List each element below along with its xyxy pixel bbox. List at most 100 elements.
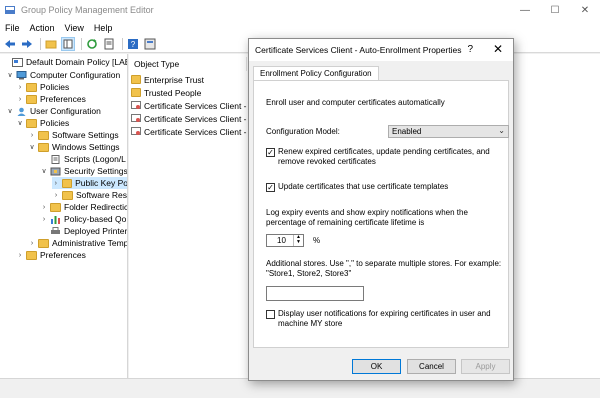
- additional-stores-input[interactable]: [266, 286, 364, 301]
- chevron-down-icon[interactable]: ∨: [16, 119, 24, 127]
- menu-action[interactable]: Action: [30, 23, 55, 33]
- folder-icon: [26, 250, 37, 260]
- toolbar-separator: [122, 38, 123, 50]
- tree-item-policies[interactable]: ∨ Policies: [16, 117, 69, 129]
- close-icon[interactable]: ✕: [493, 42, 503, 56]
- folder-icon: [26, 118, 37, 128]
- console-tree: Default Domain Policy [LABDC ∨ Computer …: [0, 54, 128, 378]
- tree-item-policy-based-qos[interactable]: › Policy-based Qo: [40, 213, 127, 225]
- toolbar-separator: [81, 38, 82, 50]
- folder-icon: [62, 190, 73, 200]
- list-item[interactable]: Certificate Services Client - C: [131, 99, 255, 112]
- tree-item-preferences[interactable]: › Preferences: [16, 93, 86, 105]
- menu-file[interactable]: File: [5, 23, 20, 33]
- list-item[interactable]: Certificate Services Client - C: [131, 112, 255, 125]
- menu-help[interactable]: Help: [94, 23, 113, 33]
- chevron-right-icon[interactable]: ›: [52, 180, 60, 187]
- up-folder-icon[interactable]: [44, 37, 58, 51]
- tree-item-user-configuration[interactable]: ∨ User Configuration: [6, 105, 100, 117]
- menu-bar: File Action View Help: [0, 20, 600, 36]
- chevron-right-icon[interactable]: ›: [16, 84, 24, 91]
- tab-enrollment-policy-configuration[interactable]: Enrollment Policy Configuration: [253, 66, 379, 81]
- apply-button[interactable]: Apply: [461, 359, 510, 374]
- tree-item-administrative-templates[interactable]: › Administrative Temp: [28, 237, 127, 249]
- tab-page: Enroll user and computer certificates au…: [253, 80, 509, 348]
- policy-icon: [12, 57, 23, 67]
- column-header-object-type[interactable]: Object Type: [129, 57, 247, 71]
- security-icon: [50, 167, 61, 175]
- renew-certificates-checkbox[interactable]: ✓: [266, 148, 275, 157]
- window-title: Group Policy Management Editor: [21, 5, 154, 15]
- gpo-editor-icon: [5, 6, 15, 14]
- folder-icon: [61, 178, 73, 188]
- certificate-icon: [131, 101, 141, 109]
- percent-unit: %: [313, 236, 321, 245]
- chevron-right-icon[interactable]: ›: [52, 192, 60, 199]
- dialog-title: Certificate Services Client - Auto-Enrol…: [255, 45, 462, 55]
- check-icon: ✓: [267, 183, 274, 192]
- folder-icon: [50, 202, 61, 212]
- auto-enrollment-properties-dialog: Certificate Services Client - Auto-Enrol…: [248, 38, 514, 381]
- tree-item-computer-configuration[interactable]: ∨ Computer Configuration: [6, 69, 120, 81]
- chevron-right-icon[interactable]: ›: [16, 252, 24, 259]
- configuration-model-label: Configuration Model:: [266, 127, 340, 136]
- folder-icon: [38, 142, 49, 152]
- folder-icon: [26, 82, 37, 92]
- status-bar: [0, 378, 600, 398]
- chevron-down-icon[interactable]: ∨: [6, 71, 14, 79]
- renew-certificates-label: Renew expired certificates, update pendi…: [278, 147, 490, 166]
- properties-icon[interactable]: [143, 37, 157, 51]
- list-item[interactable]: Certificate Services Client - A: [131, 125, 254, 138]
- back-arrow-icon[interactable]: [3, 37, 17, 51]
- tree-item-folder-redirection[interactable]: › Folder Redirectic: [40, 201, 127, 213]
- script-icon: [51, 154, 60, 164]
- ok-button[interactable]: OK: [352, 359, 401, 374]
- tree-item-preferences[interactable]: › Preferences: [16, 249, 86, 261]
- minimize-button[interactable]: —: [510, 0, 540, 20]
- configuration-model-select[interactable]: Enabled ⌄: [388, 125, 509, 138]
- close-window-button[interactable]: ✕: [570, 0, 600, 20]
- display-notifications-checkbox[interactable]: [266, 310, 275, 319]
- tree-item-deployed-printers[interactable]: Deployed Printer: [40, 225, 127, 237]
- tree-item-software-restriction[interactable]: › Software Res: [52, 189, 127, 201]
- chevron-down-icon[interactable]: ∨: [6, 107, 14, 115]
- additional-stores-text: Additional stores. Use "," to separate m…: [266, 259, 502, 278]
- tree-item-software-settings[interactable]: › Software Settings: [28, 129, 119, 141]
- title-bar: Group Policy Management Editor — ☐ ✕: [0, 0, 600, 20]
- show-hide-tree-icon[interactable]: [61, 37, 75, 51]
- folder-icon: [38, 238, 49, 248]
- help-icon[interactable]: ?: [126, 37, 140, 51]
- menu-view[interactable]: View: [65, 23, 84, 33]
- tree-item-windows-settings[interactable]: ∨ Windows Settings: [28, 141, 119, 153]
- list-item[interactable]: Trusted People: [131, 86, 201, 99]
- chevron-down-icon[interactable]: ∨: [28, 143, 36, 151]
- chevron-right-icon[interactable]: ›: [40, 204, 48, 211]
- certificate-icon: [131, 114, 141, 122]
- chevron-right-icon[interactable]: ›: [28, 240, 36, 247]
- cancel-button[interactable]: Cancel: [407, 359, 456, 374]
- display-notifications-label: Display user notifications for expiring …: [278, 309, 491, 328]
- computer-icon: [16, 70, 27, 79]
- chevron-down-icon: ⌄: [498, 126, 505, 135]
- tree-item-policies[interactable]: › Policies: [16, 81, 69, 93]
- refresh-icon[interactable]: [85, 37, 99, 51]
- forward-arrow-icon[interactable]: [20, 37, 34, 51]
- tree-item-domain-policy[interactable]: Default Domain Policy [LABDC: [2, 56, 127, 68]
- update-certificates-checkbox[interactable]: ✓: [266, 183, 275, 192]
- spin-arrows[interactable]: ▲ ▼: [293, 235, 303, 246]
- expiry-percentage-stepper[interactable]: 10 ▲ ▼: [266, 234, 304, 247]
- tree-item-public-key-policies[interactable]: › Public Key Po: [52, 177, 127, 189]
- tree-item-scripts[interactable]: Scripts (Logon/L: [40, 153, 126, 165]
- chevron-right-icon[interactable]: ›: [40, 216, 48, 223]
- chevron-right-icon[interactable]: ›: [16, 96, 24, 103]
- help-button[interactable]: ?: [467, 44, 473, 55]
- chevron-right-icon[interactable]: ›: [28, 132, 36, 139]
- folder-icon: [131, 88, 141, 97]
- list-item[interactable]: Enterprise Trust: [131, 73, 204, 86]
- maximize-button[interactable]: ☐: [540, 0, 570, 20]
- export-list-icon[interactable]: [102, 37, 116, 51]
- chevron-down-icon[interactable]: ∨: [40, 167, 48, 175]
- tree-item-security-settings[interactable]: ∨ Security Settings: [40, 165, 127, 177]
- update-certificates-label: Update certificates that use certificate…: [278, 182, 449, 191]
- intro-text: Enroll user and computer certificates au…: [266, 98, 445, 107]
